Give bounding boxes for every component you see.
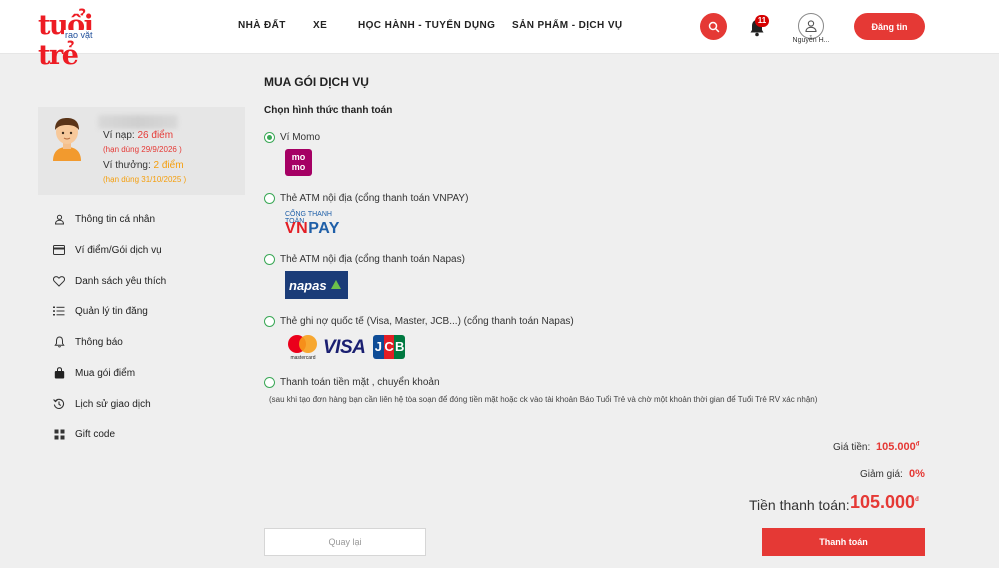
sidebar-item-profile[interactable]: Thông tin cá nhân bbox=[52, 212, 155, 226]
jcb-logo: J C B bbox=[373, 335, 406, 359]
top-header: tuổi trẻ rao vặt NHÀ ĐẤT XE HỌC HÀNH - T… bbox=[0, 0, 999, 71]
sidebar-item-label: Thông báo bbox=[75, 336, 123, 348]
mastercard-label: mastercard bbox=[290, 355, 315, 361]
sidebar-item-manage-listings[interactable]: Quản lý tin đăng bbox=[52, 304, 148, 318]
sidebar-item-notifications[interactable]: Thông báo bbox=[52, 335, 123, 349]
deposit-wallet-expiry: (hạn dùng 29/9/2026 ) bbox=[103, 145, 182, 154]
notification-count-badge: 11 bbox=[755, 15, 769, 27]
radio-selected[interactable] bbox=[264, 132, 275, 143]
sidebar-item-label: Mua gói điểm bbox=[75, 367, 136, 379]
momo-logo-text: mo mo bbox=[291, 152, 306, 172]
sidebar-item-label: Quản lý tin đăng bbox=[75, 305, 148, 317]
total-label: Tiền thanh toán: bbox=[749, 497, 850, 513]
payment-option-label: Thẻ ghi nợ quốc tế (Visa, Master, JCB...… bbox=[280, 316, 574, 327]
nav-item-real-estate[interactable]: NHÀ ĐẤT bbox=[238, 20, 286, 31]
nav-item-products-services[interactable]: SẢN PHẨM - DỊCH VỤ bbox=[512, 20, 623, 31]
payment-option-cash-transfer[interactable]: Thanh toán tiền mặt , chuyển khoản bbox=[264, 377, 440, 388]
user-icon bbox=[805, 20, 817, 33]
logo-sub-text: rao vặt bbox=[64, 30, 94, 40]
radio-unselected[interactable] bbox=[264, 377, 275, 388]
bell-icon bbox=[52, 335, 66, 349]
sidebar-item-favorites[interactable]: Danh sách yêu thích bbox=[52, 274, 166, 288]
payment-option-momo[interactable]: Ví Momo bbox=[264, 132, 320, 143]
deposit-wallet-value: 26 điểm bbox=[137, 130, 174, 141]
bonus-wallet: Ví thưởng: 2 điểm bbox=[103, 160, 184, 171]
sidebar-item-wallet[interactable]: Ví điểm/Gói dịch vụ bbox=[52, 243, 162, 257]
bonus-wallet-label: Ví thưởng: bbox=[103, 160, 151, 171]
price-value: 105.000đ bbox=[876, 441, 920, 453]
person-icon bbox=[52, 212, 66, 226]
payment-option-label: Ví Momo bbox=[280, 132, 321, 143]
payment-option-international-card[interactable]: Thẻ ghi nợ quốc tế (Visa, Master, JCB...… bbox=[264, 316, 574, 327]
total-value: 105.000đ bbox=[850, 492, 919, 512]
search-icon bbox=[708, 21, 719, 32]
user-avatar-button[interactable] bbox=[798, 13, 824, 39]
radio-unselected[interactable] bbox=[264, 316, 275, 327]
napas-wordmark: napas bbox=[289, 277, 327, 293]
card-brand-logos: mastercard VISA J C B bbox=[285, 333, 409, 361]
napas-logo: napas bbox=[285, 271, 348, 299]
pay-button[interactable]: Thanh toán bbox=[762, 528, 925, 556]
sidebar-item-gift-code[interactable]: Gift code bbox=[52, 427, 115, 441]
search-button[interactable] bbox=[700, 13, 727, 40]
sidebar-item-buy-points[interactable]: Mua gói điểm bbox=[52, 366, 135, 380]
bonus-wallet-value: 2 điểm bbox=[153, 160, 184, 171]
heart-icon bbox=[52, 274, 66, 288]
discount-label: Giảm giá: bbox=[860, 469, 903, 480]
user-name[interactable]: Nguyễn H... bbox=[783, 37, 839, 44]
site-logo[interactable]: tuổi trẻ rao vặt bbox=[38, 11, 130, 71]
discount-value: 0% bbox=[909, 468, 925, 480]
bonus-wallet-expiry: (hạn dùng 31/10/2025 ) bbox=[103, 175, 187, 184]
profile-name-redacted bbox=[98, 115, 178, 129]
payment-option-label: Thẻ ATM nội địa (cổng thanh toán Napas) bbox=[280, 254, 465, 265]
sidebar-item-label: Gift code bbox=[75, 428, 116, 440]
bag-icon bbox=[52, 366, 66, 380]
deposit-wallet-label: Ví nạp: bbox=[103, 130, 135, 141]
payment-option-napas-atm[interactable]: Thẻ ATM nội địa (cổng thanh toán Napas) bbox=[264, 254, 465, 265]
logo-main-text: tuổi trẻ bbox=[38, 10, 94, 71]
momo-logo: mo mo bbox=[285, 149, 312, 176]
profile-card: Ví nạp: 26 điểm (hạn dùng 29/9/2026 ) Ví… bbox=[38, 107, 245, 195]
sidebar-item-transaction-history[interactable]: Lịch sử giao dịch bbox=[52, 397, 151, 411]
list-icon bbox=[52, 304, 66, 318]
grid-icon bbox=[52, 427, 66, 441]
payment-option-label: Thanh toán tiền mặt , chuyển khoản bbox=[280, 377, 440, 388]
visa-logo: VISA bbox=[323, 337, 366, 358]
page-title: MUA GÓI DỊCH VỤ bbox=[264, 75, 369, 89]
sidebar-item-label: Ví điểm/Gói dịch vụ bbox=[75, 244, 162, 256]
back-button[interactable]: Quay lại bbox=[264, 528, 426, 556]
nav-item-vehicles[interactable]: XE bbox=[313, 20, 327, 31]
radio-unselected[interactable] bbox=[264, 193, 275, 204]
cash-transfer-note: (sau khi tạo đơn hàng bạn cần liên hệ tò… bbox=[269, 395, 818, 404]
sidebar-item-label: Thông tin cá nhân bbox=[75, 213, 156, 225]
payment-option-label: Thẻ ATM nội địa (cổng thanh toán VNPAY) bbox=[280, 193, 469, 204]
sidebar-item-label: Danh sách yêu thích bbox=[75, 275, 167, 287]
price-label: Giá tiền: bbox=[833, 442, 871, 453]
payment-option-vnpay[interactable]: Thẻ ATM nội địa (cổng thanh toán VNPAY) bbox=[264, 193, 468, 204]
card-icon bbox=[52, 243, 66, 257]
vnpay-logo: CỔNG THANH TOÁN VNPAY bbox=[285, 211, 353, 239]
napas-mark-icon bbox=[330, 280, 341, 289]
radio-unselected[interactable] bbox=[264, 254, 275, 265]
nav-item-education-jobs[interactable]: HỌC HÀNH - TUYỂN DỤNG bbox=[358, 20, 495, 31]
sidebar-item-label: Lịch sử giao dịch bbox=[75, 398, 151, 410]
mastercard-logo: mastercard bbox=[288, 335, 317, 361]
payment-method-heading: Chọn hình thức thanh toán bbox=[264, 105, 393, 116]
deposit-wallet: Ví nạp: 26 điểm bbox=[103, 130, 173, 141]
post-listing-button[interactable]: Đăng tin bbox=[854, 13, 925, 40]
avatar bbox=[53, 118, 81, 161]
history-icon bbox=[52, 397, 66, 411]
vnpay-wordmark: VNPAY bbox=[285, 220, 340, 237]
